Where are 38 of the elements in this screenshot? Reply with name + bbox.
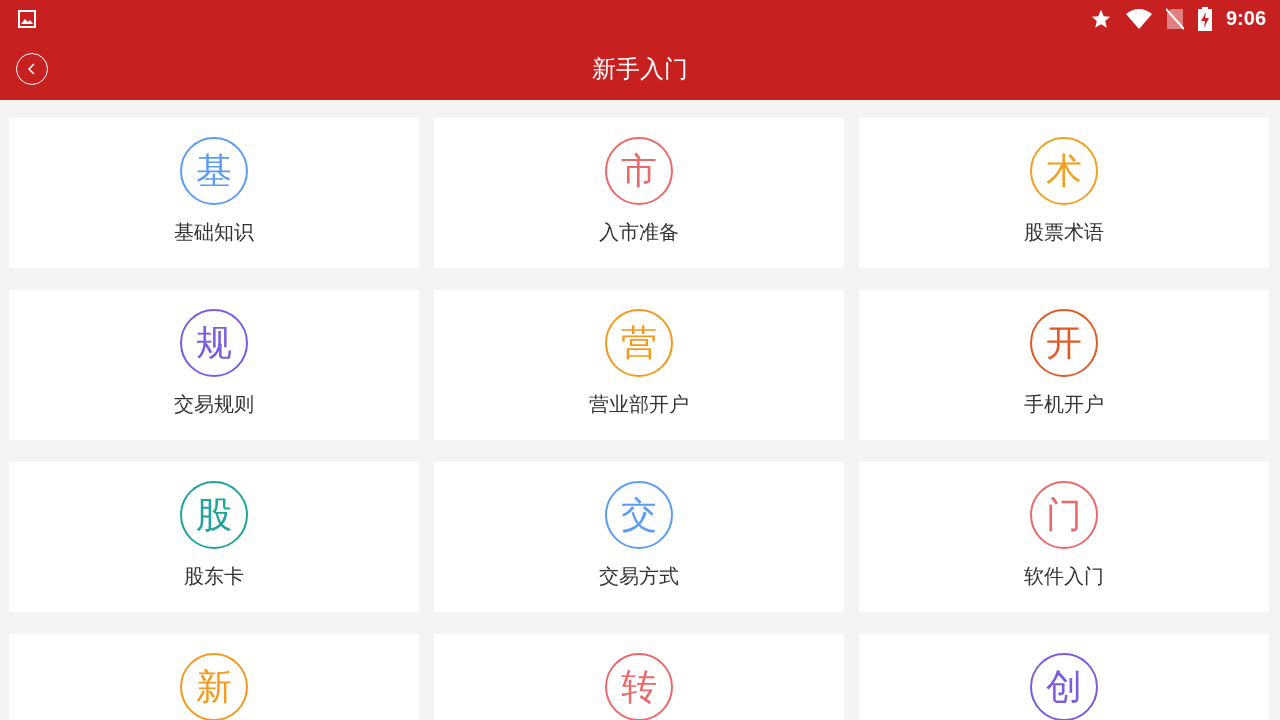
category-badge: 股	[180, 481, 248, 549]
category-card[interactable]: 营 营业部开户	[434, 290, 844, 440]
category-badge: 创	[1030, 653, 1098, 720]
category-card[interactable]: 基 基础知识	[9, 118, 419, 268]
wifi-icon	[1125, 8, 1152, 29]
image-icon	[18, 9, 36, 28]
category-badge: 转	[605, 653, 673, 720]
no-sim-icon	[1165, 7, 1184, 30]
page-title: 新手入门	[592, 53, 688, 85]
category-label: 股票术语	[1024, 219, 1104, 246]
battery-charging-icon	[1197, 6, 1212, 31]
category-card[interactable]: 门 软件入门	[859, 462, 1269, 612]
category-card[interactable]: 创	[859, 634, 1269, 720]
category-label: 股东卡	[184, 563, 244, 590]
status-time: 9:06	[1225, 7, 1266, 30]
category-label: 软件入门	[1024, 563, 1104, 590]
category-badge: 开	[1030, 309, 1098, 377]
category-badge: 市	[605, 137, 673, 205]
category-badge: 交	[605, 481, 673, 549]
category-badge: 规	[180, 309, 248, 377]
category-label: 营业部开户	[589, 391, 689, 418]
category-card[interactable]: 开 手机开户	[859, 290, 1269, 440]
category-label: 交易方式	[599, 563, 679, 590]
category-label: 手机开户	[1024, 391, 1104, 418]
category-label: 入市准备	[599, 219, 679, 246]
category-card[interactable]: 规 交易规则	[9, 290, 419, 440]
chevron-left-icon	[26, 61, 38, 76]
category-card[interactable]: 市 入市准备	[434, 118, 844, 268]
category-badge: 门	[1030, 481, 1098, 549]
category-label: 交易规则	[174, 391, 254, 418]
category-label: 基础知识	[174, 219, 254, 246]
category-card[interactable]: 术 股票术语	[859, 118, 1269, 268]
category-badge: 术	[1030, 137, 1098, 205]
category-badge: 营	[605, 309, 673, 377]
category-badge: 基	[180, 137, 248, 205]
category-badge: 新	[180, 653, 248, 720]
category-card[interactable]: 交 交易方式	[434, 462, 844, 612]
category-card[interactable]: 股 股东卡	[9, 462, 419, 612]
